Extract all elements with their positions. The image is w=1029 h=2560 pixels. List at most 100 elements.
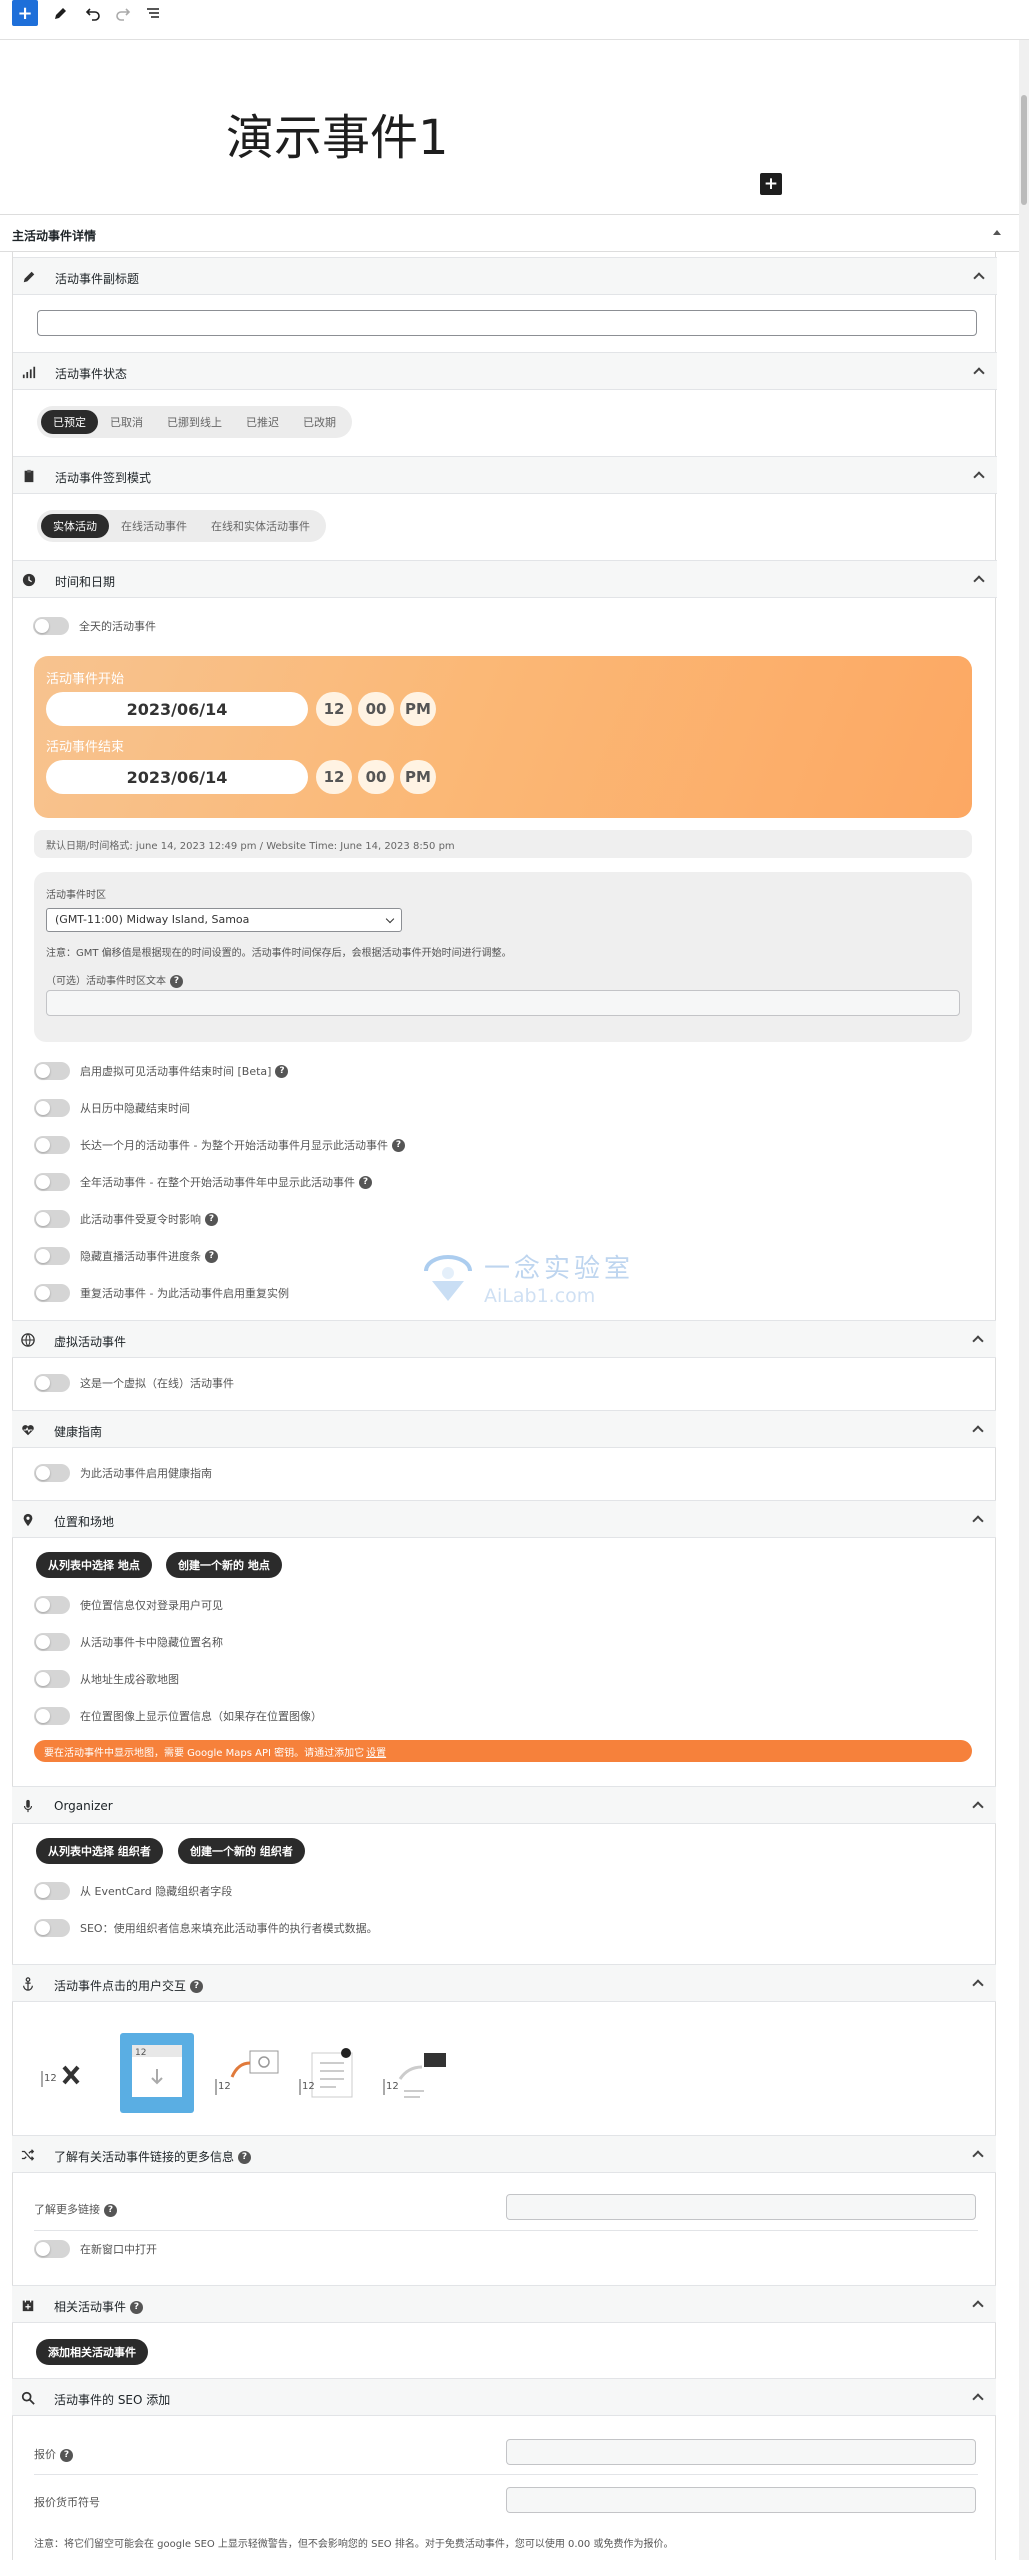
- organizer-toggle-1-row[interactable]: SEO：使用组织者信息来填充此活动事件的执行者模式数据。: [34, 1917, 378, 1939]
- chevron-up-icon[interactable]: [973, 367, 985, 379]
- chevron-up-icon[interactable]: [972, 2300, 984, 2312]
- location-toggle-1[interactable]: [34, 1633, 70, 1651]
- location-toggle-3-row[interactable]: 在位置图像上显示位置信息（如果存在位置图像）: [34, 1705, 322, 1727]
- section-virtual-header[interactable]: 虚拟活动事件: [12, 1320, 996, 1358]
- datetime-toggle-5[interactable]: [34, 1247, 70, 1265]
- help-icon[interactable]: ?: [60, 2448, 73, 2462]
- virtual-toggle-row[interactable]: 这是一个虚拟（在线）活动事件: [34, 1372, 234, 1394]
- section-subtitle-header[interactable]: 活动事件副标题: [13, 257, 997, 295]
- help-icon[interactable]: ?: [130, 2301, 144, 2314]
- status-option-scheduled[interactable]: 已预定: [41, 410, 98, 434]
- attendance-option-online[interactable]: 在线活动事件: [109, 514, 199, 538]
- chevron-up-icon[interactable]: [973, 471, 985, 483]
- interaction-external-option[interactable]: 12: [378, 2033, 452, 2113]
- start-minute-field[interactable]: 00: [358, 692, 394, 726]
- datetime-toggle-6[interactable]: [34, 1284, 70, 1302]
- section-organizer-header[interactable]: Organizer: [12, 1786, 996, 1824]
- datetime-toggle-3[interactable]: [34, 1173, 70, 1191]
- price-input[interactable]: [506, 2439, 976, 2465]
- section-interaction-header[interactable]: 活动事件点击的用户交互?: [12, 1964, 996, 2002]
- datetime-toggle-0[interactable]: [34, 1062, 70, 1080]
- chevron-up-icon[interactable]: [972, 1335, 984, 1347]
- location-toggle-0-row[interactable]: 使位置信息仅对登录用户可见: [34, 1594, 223, 1616]
- help-icon[interactable]: ?: [275, 1064, 289, 1078]
- attendance-option-mixed[interactable]: 在线和实体活动事件: [199, 514, 322, 538]
- new-window-toggle-row[interactable]: 在新窗口中打开: [34, 2238, 157, 2260]
- location-toggle-1-row[interactable]: 从活动事件卡中隐藏位置名称: [34, 1631, 223, 1653]
- help-icon[interactable]: ?: [358, 1175, 372, 1189]
- all-day-toggle[interactable]: [33, 617, 69, 635]
- select-organizer-button[interactable]: 从列表中选择 组织者: [36, 1838, 163, 1864]
- edit-tool-icon[interactable]: [48, 0, 74, 26]
- chevron-up-icon[interactable]: [972, 2393, 984, 2405]
- interaction-none-option[interactable]: 12: [36, 2033, 110, 2113]
- help-icon[interactable]: ?: [170, 974, 183, 988]
- end-date-field[interactable]: 2023/06/14: [46, 760, 308, 794]
- currency-input[interactable]: [506, 2487, 976, 2513]
- section-health-header[interactable]: 健康指南: [12, 1410, 996, 1448]
- chevron-up-icon[interactable]: [972, 1515, 984, 1527]
- post-title[interactable]: 演示事件1: [226, 98, 449, 168]
- create-location-button[interactable]: 创建一个新的 地点: [166, 1552, 282, 1578]
- datetime-toggle-4-row[interactable]: 此活动事件受夏令时影响?: [34, 1208, 218, 1230]
- add-block-button[interactable]: +: [12, 0, 38, 26]
- subtitle-input[interactable]: [37, 310, 977, 336]
- interaction-link-option[interactable]: 12: [210, 2033, 284, 2113]
- datetime-toggle-2[interactable]: [34, 1136, 70, 1154]
- redo-icon[interactable]: [110, 0, 136, 26]
- metabox-header[interactable]: 主活动事件详情: [0, 216, 1019, 252]
- end-minute-field[interactable]: 00: [358, 760, 394, 794]
- create-organizer-button[interactable]: 创建一个新的 组织者: [178, 1838, 305, 1864]
- status-option-postponed[interactable]: 已推迟: [234, 410, 291, 434]
- all-day-toggle-row[interactable]: 全天的活动事件: [33, 615, 156, 637]
- end-hour-field[interactable]: 12: [316, 760, 352, 794]
- location-toggle-2[interactable]: [34, 1670, 70, 1688]
- section-related-header[interactable]: 相关活动事件?: [12, 2285, 996, 2323]
- location-toggle-0[interactable]: [34, 1596, 70, 1614]
- help-icon[interactable]: ?: [104, 2203, 117, 2217]
- virtual-toggle[interactable]: [34, 1374, 70, 1392]
- document-overview-icon[interactable]: [140, 0, 166, 26]
- end-ampm-field[interactable]: PM: [400, 760, 436, 794]
- settings-link[interactable]: 设置: [366, 1744, 386, 1759]
- new-window-toggle[interactable]: [34, 2240, 70, 2258]
- status-option-rescheduled[interactable]: 已改期: [291, 410, 348, 434]
- datetime-toggle-4[interactable]: [34, 1210, 70, 1228]
- help-icon[interactable]: ?: [205, 1249, 218, 1263]
- learnmore-link-input[interactable]: [506, 2194, 976, 2220]
- start-ampm-field[interactable]: PM: [400, 692, 436, 726]
- start-hour-field[interactable]: 12: [316, 692, 352, 726]
- chevron-up-icon[interactable]: [972, 1425, 984, 1437]
- datetime-toggle-5-row[interactable]: 隐藏直播活动事件进度条?: [34, 1245, 218, 1267]
- block-inserter-button[interactable]: +: [760, 173, 782, 195]
- chevron-up-icon[interactable]: [972, 2150, 984, 2162]
- collapse-icon[interactable]: [993, 230, 1001, 235]
- chevron-up-icon[interactable]: [972, 1979, 984, 1991]
- attendance-option-offline[interactable]: 实体活动: [41, 514, 109, 538]
- help-icon[interactable]: ?: [205, 1212, 218, 1226]
- help-icon[interactable]: ?: [238, 2151, 252, 2164]
- chevron-up-icon[interactable]: [973, 272, 985, 284]
- location-toggle-2-row[interactable]: 从地址生成谷歌地图: [34, 1668, 179, 1690]
- chevron-up-icon[interactable]: [972, 1801, 984, 1813]
- section-attendance-header[interactable]: 活动事件签到模式: [13, 456, 997, 494]
- page-scrollbar[interactable]: [1019, 40, 1029, 2560]
- organizer-toggle-0[interactable]: [34, 1882, 70, 1900]
- health-toggle[interactable]: [34, 1464, 70, 1482]
- datetime-toggle-2-row[interactable]: 长达一个月的活动事件 - 为整个开始活动事件月显示此活动事件?: [34, 1134, 405, 1156]
- start-date-field[interactable]: 2023/06/14: [46, 692, 308, 726]
- help-icon[interactable]: ?: [190, 1980, 204, 1993]
- datetime-toggle-6-row[interactable]: 重复活动事件 - 为此活动事件启用重复实例: [34, 1282, 289, 1304]
- section-datetime-header[interactable]: 时间和日期: [13, 560, 997, 598]
- add-related-event-button[interactable]: 添加相关活动事件: [36, 2339, 148, 2365]
- interaction-popup-option[interactable]: 12: [294, 2033, 368, 2113]
- organizer-toggle-0-row[interactable]: 从 EventCard 隐藏组织者字段: [34, 1880, 232, 1902]
- chevron-up-icon[interactable]: [973, 575, 985, 587]
- help-icon[interactable]: ?: [391, 1138, 405, 1152]
- datetime-toggle-1[interactable]: [34, 1099, 70, 1117]
- timezone-text-input[interactable]: [46, 990, 960, 1016]
- scrollbar-thumb[interactable]: [1021, 95, 1027, 205]
- section-status-header[interactable]: 活动事件状态: [13, 352, 997, 390]
- datetime-toggle-0-row[interactable]: 启用虚拟可见活动事件结束时间 [Beta]?: [34, 1060, 289, 1082]
- organizer-toggle-1[interactable]: [34, 1919, 70, 1937]
